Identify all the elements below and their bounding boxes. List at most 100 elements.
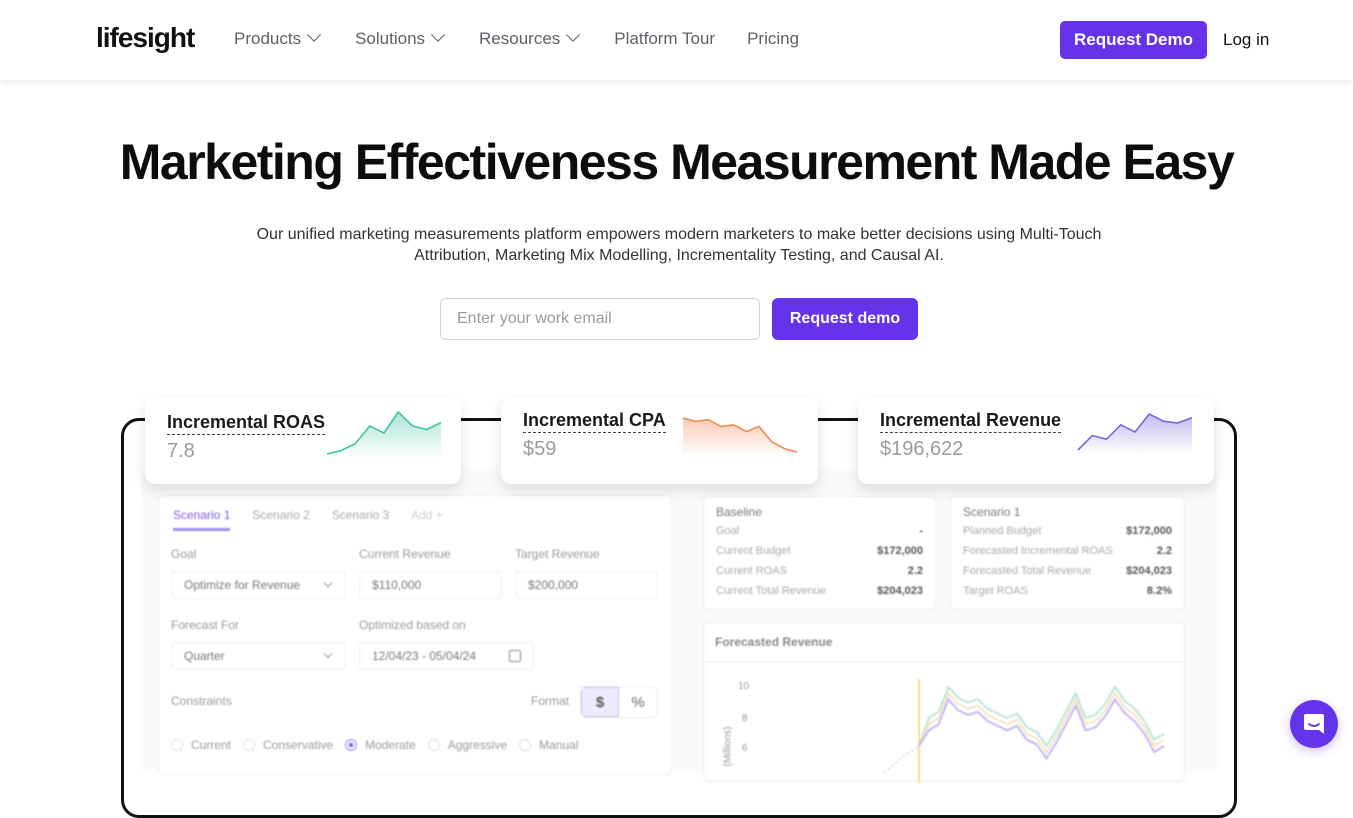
nav-label: Pricing	[747, 29, 800, 48]
scenario-row: Forecasted Incremental ROAS 2.2	[963, 545, 1172, 557]
constraints-radio-group: Current Conservative Moderate Aggressive…	[171, 738, 578, 752]
baseline-row: Current Total Revenue $204,023	[716, 585, 923, 597]
request-demo-cta-button[interactable]: Request demo	[772, 298, 918, 340]
nav-label: Resources	[479, 29, 561, 48]
row-key: Planned Budget	[963, 525, 1042, 537]
metric-label: Incremental Revenue	[880, 410, 1062, 433]
target-revenue-label: Target Revenue	[515, 547, 600, 561]
format-label: Format	[531, 694, 570, 708]
goal-label: Goal	[171, 547, 197, 561]
row-key: Forecasted Total Revenue	[963, 565, 1092, 577]
optimized-label: Optimized based on	[359, 618, 466, 632]
calendar-icon	[509, 650, 521, 662]
row-value: $172,000	[877, 545, 923, 557]
radio-circle	[171, 739, 183, 751]
radio-label: Moderate	[365, 738, 416, 752]
chat-launcher-button[interactable]	[1290, 700, 1338, 748]
work-email-input[interactable]	[440, 298, 760, 340]
hero-subtitle: Our unified marketing measurements platf…	[256, 226, 1102, 264]
metric-card-revenue: Incremental Revenue $196,622	[858, 398, 1214, 484]
tab-scenario-1[interactable]: Scenario 1	[173, 508, 231, 531]
baseline-row: Goal -	[716, 525, 923, 537]
metric-card-cpa: Incremental CPA $59	[501, 398, 818, 484]
row-key: Forecasted Incremental ROAS	[963, 545, 1113, 557]
scenario-tabs: Scenario 1 Scenario 2 Scenario 3 Add +	[173, 508, 443, 531]
metric-value: 7.8	[167, 440, 195, 462]
chevron-down-icon	[323, 578, 333, 588]
main-nav: Products Solutions Resources Platform To…	[234, 27, 831, 49]
scenario-row: Planned Budget $172,000	[963, 525, 1172, 537]
logo[interactable]: lifesight	[96, 22, 195, 54]
forecast-chart	[883, 679, 1165, 783]
forecast-for-label: Forecast For	[171, 618, 240, 632]
scenario-summary-title: Scenario 1	[963, 505, 1021, 519]
hero-title: Marketing Effectiveness Measurement Made…	[119, 134, 1235, 190]
radio-current[interactable]: Current	[171, 738, 231, 752]
forecast-for-value: Quarter	[184, 649, 225, 663]
radio-manual[interactable]: Manual	[519, 738, 578, 752]
chat-icon	[1304, 714, 1324, 734]
nav-label: Solutions	[355, 29, 426, 48]
target-revenue-input[interactable]: $200,000	[515, 571, 658, 599]
baseline-row: Current Budget $172,000	[716, 545, 923, 557]
metric-label: Incremental CPA	[523, 410, 666, 433]
scenario-row: Forecasted Total Revenue $204,023	[963, 565, 1172, 577]
chevron-down-icon	[307, 27, 322, 42]
row-value: $172,000	[1126, 525, 1172, 537]
login-link[interactable]: Log in	[1223, 30, 1269, 50]
row-key: Current ROAS	[716, 565, 787, 577]
scenario-row: Target ROAS 8.2%	[963, 585, 1172, 597]
nav-label: Platform Tour	[614, 29, 716, 48]
sparkline-roas	[326, 410, 442, 458]
metric-value: $196,622	[880, 438, 964, 460]
row-key: Current Total Revenue	[716, 585, 826, 597]
scenario-summary-panel: Scenario 1 Planned Budget $172,000 Foreca…	[950, 496, 1185, 610]
chevron-down-icon	[430, 27, 446, 42]
row-value: $204,023	[1126, 565, 1172, 577]
row-value: $204,023	[877, 585, 923, 597]
chevron-down-icon	[323, 649, 333, 659]
add-scenario-button[interactable]: Add +	[411, 508, 443, 531]
nav-resources[interactable]: Resources	[479, 27, 581, 49]
current-revenue-input[interactable]: $110,000	[359, 571, 502, 599]
format-percent-option[interactable]: %	[619, 687, 657, 717]
forecast-for-select[interactable]: Quarter	[171, 642, 346, 670]
sparkline-revenue	[1077, 412, 1193, 454]
row-key: Current Budget	[716, 545, 791, 557]
sparkline-cpa	[682, 417, 798, 456]
request-demo-button[interactable]: Request Demo	[1060, 21, 1207, 59]
radio-label: Aggressive	[447, 738, 508, 752]
baseline-title: Baseline	[716, 505, 763, 519]
radio-conservative[interactable]: Conservative	[243, 738, 333, 752]
forecast-panel: Forecasted Revenue 10 8 6 (Millions)	[703, 622, 1186, 783]
scenario-panel	[158, 495, 672, 775]
tab-scenario-3[interactable]: Scenario 3	[332, 508, 389, 531]
site-header: lifesight Products Solutions Resources P…	[0, 0, 1353, 80]
metric-value: $59	[523, 438, 557, 460]
row-value: -	[919, 525, 923, 537]
sparkline-area	[327, 412, 441, 458]
current-revenue-label: Current Revenue	[359, 547, 451, 561]
historical-line	[883, 745, 920, 774]
row-key: Goal	[716, 525, 740, 537]
radio-label: Conservative	[263, 738, 334, 752]
radio-label: Current	[191, 738, 232, 752]
goal-select[interactable]: Optimize for Revenue	[171, 571, 346, 599]
metric-card-roas: Incremental ROAS 7.8	[145, 398, 461, 484]
date-range-input[interactable]: 12/04/23 - 05/04/24	[359, 642, 534, 670]
date-range-value: 12/04/23 - 05/04/24	[372, 649, 477, 663]
row-value: 2.2	[1156, 545, 1172, 557]
nav-platform-tour[interactable]: Platform Tour	[614, 29, 715, 49]
radio-circle	[243, 739, 256, 751]
radio-moderate[interactable]: Moderate	[345, 738, 416, 752]
sparkline-area	[1078, 414, 1192, 454]
nav-pricing[interactable]: Pricing	[747, 29, 799, 49]
radio-circle	[345, 739, 358, 751]
radio-aggressive[interactable]: Aggressive	[427, 738, 508, 752]
nav-products[interactable]: Products	[234, 27, 322, 49]
format-dollar-option[interactable]: $	[581, 687, 619, 717]
baseline-panel: Baseline Goal - Current Budget $172,000 Cu…	[703, 496, 936, 610]
nav-solutions[interactable]: Solutions	[355, 27, 446, 49]
constraints-label: Constraints	[171, 694, 232, 708]
tab-scenario-2[interactable]: Scenario 2	[252, 508, 309, 531]
